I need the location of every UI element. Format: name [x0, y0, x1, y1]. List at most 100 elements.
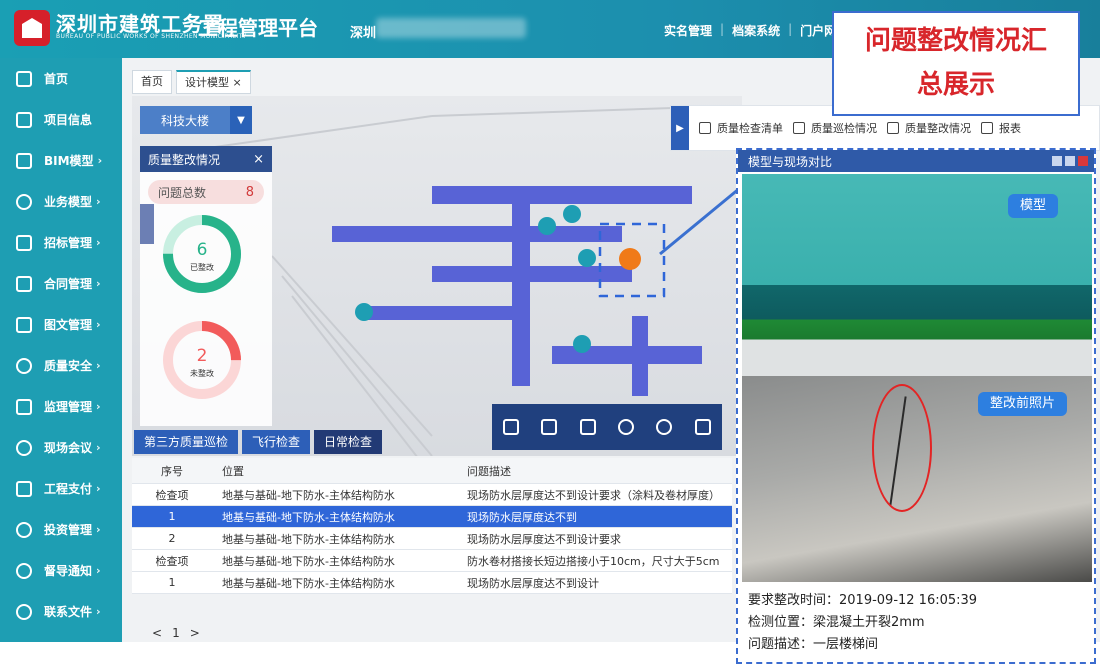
- sidebar-item-investment[interactable]: 投资管理 ›: [0, 509, 122, 550]
- model-view: 模型: [742, 174, 1092, 376]
- panel-header: 质量整改情况 ×: [140, 146, 272, 172]
- column-header-no: 序号: [161, 464, 183, 478]
- maximize-icon[interactable]: [1065, 156, 1075, 166]
- panel-toggle-icon[interactable]: [140, 204, 154, 244]
- table-row[interactable]: 2 地基与基础-地下防水-主体结构防水 现场防水层厚度达不到设计要求: [132, 528, 732, 550]
- sidebar-item-label: 图文管理: [44, 318, 93, 332]
- sidebar-item-label: 项目信息: [44, 113, 93, 127]
- sidebar-item-payment[interactable]: 工程支付 ›: [0, 468, 122, 509]
- callout-line-2: 总展示: [916, 70, 995, 100]
- blurred-org-text: [376, 18, 526, 38]
- sidebar-item-notice[interactable]: 督导通知 ›: [0, 550, 122, 591]
- yen-icon: [16, 521, 32, 538]
- sidebar-item-bidding[interactable]: 招标管理 ›: [0, 222, 122, 263]
- rectified-gauge: 6 已整改: [160, 212, 244, 296]
- cell-description: 现场防水层厚度达不到设计要求（涂料及卷材厚度）: [467, 488, 720, 502]
- sidebar-item-contact-files[interactable]: 联系文件 ›: [0, 591, 122, 632]
- home-icon: [16, 70, 32, 87]
- table-row[interactable]: 1 地基与基础-地下防水-主体结构防水 现场防水层厚度达不到设计: [132, 572, 732, 594]
- quality-rectification-panel: 质量整改情况 × 问题总数 8 6 已整改 2 未整改: [140, 146, 272, 426]
- chevron-right-icon[interactable]: ▶: [671, 106, 689, 150]
- tab-design-model[interactable]: 设计模型 ×: [176, 70, 251, 94]
- column-header-location: 位置: [222, 464, 244, 478]
- chevron-right-icon: ›: [96, 359, 101, 372]
- daily-inspection-button[interactable]: 日常检查: [314, 430, 383, 454]
- pagination: < 1 >: [152, 626, 200, 640]
- quality-patrol-button[interactable]: 质量巡检情况: [793, 120, 877, 136]
- chevron-right-icon: ›: [96, 195, 101, 208]
- sidebar-item-project-info[interactable]: 项目信息: [0, 99, 122, 140]
- issue-description: 问题描述：一层楼梯间: [748, 637, 879, 652]
- map-pin-icon: [355, 303, 373, 321]
- hide-icon[interactable]: [656, 419, 673, 435]
- cell-location: 地基与基础-地下防水-主体结构防水: [222, 576, 395, 590]
- flight-inspection-button[interactable]: 飞行检查: [242, 430, 311, 454]
- minimize-icon[interactable]: [1052, 156, 1062, 166]
- book-icon: [16, 275, 32, 292]
- sidebar-item-business-model[interactable]: 业务模型 ›: [0, 181, 122, 222]
- photo-tag: 整改前照片: [978, 392, 1068, 416]
- table-row[interactable]: 检查项 地基与基础-地下防水-主体结构防水 防水卷材搭接长短边搭接小于10cm，…: [132, 550, 732, 572]
- sidebar-item-home[interactable]: 首页: [0, 58, 122, 99]
- image-icon: [16, 316, 32, 333]
- model-tag: 模型: [1008, 194, 1059, 218]
- chevron-right-icon: ›: [96, 400, 101, 413]
- nav-separator: |: [720, 22, 725, 36]
- target-icon[interactable]: [618, 419, 635, 435]
- logo-icon: [14, 10, 50, 46]
- sidebar-item-label: BIM模型: [44, 154, 94, 168]
- quality-checklist-button[interactable]: 质量检查清单: [699, 120, 783, 136]
- fullscreen-icon[interactable]: [694, 419, 711, 435]
- total-label: 问题总数: [158, 185, 207, 200]
- unrectified-label: 未整改: [190, 369, 214, 378]
- prev-page-button[interactable]: <: [152, 626, 162, 640]
- list-icon[interactable]: [579, 419, 596, 435]
- chevron-down-icon[interactable]: ▼: [230, 106, 252, 134]
- route-icon: [793, 122, 805, 134]
- nav-realname[interactable]: 实名管理: [664, 22, 712, 39]
- cell-location: 地基与基础-地下防水-主体结构防水: [222, 554, 395, 568]
- info-icon: [16, 357, 32, 374]
- nav-separator: |: [788, 22, 793, 36]
- chevron-right-icon: ›: [96, 277, 101, 290]
- quality-rectification-button[interactable]: 质量整改情况: [887, 120, 971, 136]
- sidebar-item-contract[interactable]: 合同管理 ›: [0, 263, 122, 304]
- user-check-icon: [16, 398, 32, 415]
- nav-portal[interactable]: 门户网: [800, 22, 836, 39]
- building-select-value: 科技大楼: [160, 113, 209, 128]
- chevron-right-icon: ›: [96, 605, 101, 618]
- cell-location: 地基与基础-地下防水-主体结构防水: [222, 488, 395, 502]
- page-number[interactable]: 1: [172, 626, 180, 640]
- sidebar-item-label: 业务模型: [44, 195, 93, 209]
- total-value: 8: [245, 184, 254, 200]
- close-icon[interactable]: ×: [253, 152, 264, 167]
- model-site-compare-window: 模型与现场对比 模型 整改前照片 要求整改时间：2019-09-12 16:05…: [736, 148, 1096, 664]
- report-button[interactable]: 报表: [981, 120, 1021, 136]
- measure-icon[interactable]: [503, 419, 520, 435]
- table-row-selected[interactable]: 1 地基与基础-地下防水-主体结构防水 现场防水层厚度达不到: [132, 506, 732, 528]
- cell-description: 现场防水层厚度达不到设计要求: [467, 532, 621, 546]
- crack-highlight-ellipse: [872, 384, 932, 512]
- map-pin-icon: [573, 335, 591, 353]
- building-select[interactable]: 科技大楼 ▼: [140, 106, 252, 134]
- compare-window-header: 模型与现场对比: [738, 150, 1094, 172]
- sidebar-item-graphics[interactable]: 图文管理 ›: [0, 304, 122, 345]
- quality-rectification-label: 质量整改情况: [905, 122, 971, 135]
- table-row[interactable]: 检查项 地基与基础-地下防水-主体结构防水 现场防水层厚度达不到设计要求（涂料及…: [132, 484, 732, 506]
- nav-archive[interactable]: 档案系统: [732, 22, 780, 39]
- sidebar-item-bim-model[interactable]: BIM模型 ›: [0, 140, 122, 181]
- cube-icon: [16, 152, 32, 169]
- third-party-inspection-button[interactable]: 第三方质量巡检: [134, 430, 239, 454]
- inspection-type-buttons: 第三方质量巡检 飞行检查 日常检查: [134, 430, 383, 454]
- compare-window-title: 模型与现场对比: [748, 154, 833, 169]
- column-header-description: 问题描述: [467, 464, 511, 478]
- sidebar-item-supervision[interactable]: 监理管理 ›: [0, 386, 122, 427]
- close-icon[interactable]: [1078, 156, 1088, 166]
- split-icon[interactable]: [541, 419, 558, 435]
- chevron-right-icon: ›: [96, 318, 101, 331]
- sidebar-item-site-meeting[interactable]: 现场会议 ›: [0, 427, 122, 468]
- next-page-button[interactable]: >: [190, 626, 200, 640]
- sidebar-item-quality-safety[interactable]: 质量安全 ›: [0, 345, 122, 386]
- tab-home[interactable]: 首页: [132, 70, 172, 94]
- table-header: 序号 位置 问题描述: [132, 458, 732, 484]
